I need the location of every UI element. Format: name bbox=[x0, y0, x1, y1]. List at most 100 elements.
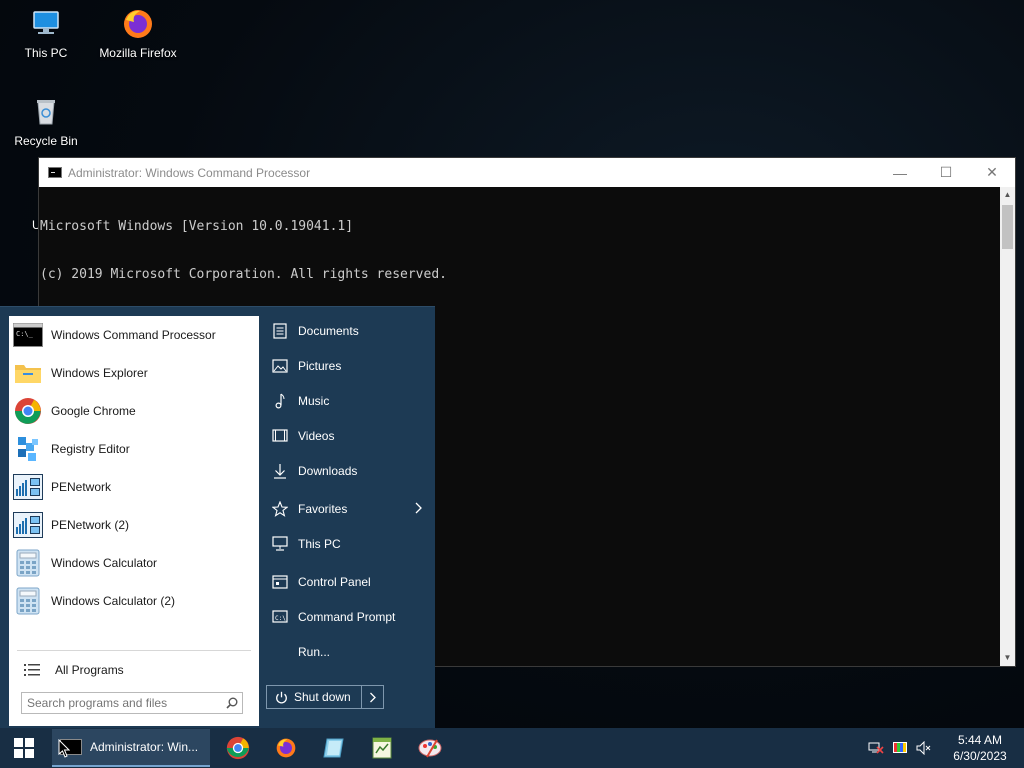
svg-text:C:\_: C:\_ bbox=[16, 330, 34, 338]
program-penetwork[interactable]: PENetwork bbox=[9, 468, 259, 506]
firefox-icon bbox=[120, 6, 156, 42]
monitor-icon bbox=[271, 535, 289, 553]
chrome-icon bbox=[13, 396, 43, 426]
program-penetwork-2[interactable]: PENetwork (2) bbox=[9, 506, 259, 544]
svg-text:C:\: C:\ bbox=[275, 615, 286, 622]
videos-icon bbox=[271, 427, 289, 445]
program-label: Windows Explorer bbox=[51, 366, 148, 380]
search-icon[interactable] bbox=[222, 693, 242, 713]
clock-date: 6/30/2023 bbox=[953, 749, 1007, 763]
taskbar-clock[interactable]: 5:44 AM 6/30/2023 bbox=[936, 732, 1024, 764]
music-icon bbox=[271, 392, 289, 410]
program-calculator-2[interactable]: Windows Calculator (2) bbox=[9, 582, 259, 620]
place-music[interactable]: Music bbox=[262, 383, 432, 418]
program-calculator[interactable]: Windows Calculator bbox=[9, 544, 259, 582]
clock-time: 5:44 AM bbox=[957, 733, 1003, 747]
program-explorer[interactable]: Windows Explorer bbox=[9, 354, 259, 392]
volume-muted-icon[interactable] bbox=[912, 728, 936, 768]
chrome-icon bbox=[226, 736, 250, 760]
start-button[interactable] bbox=[0, 728, 48, 768]
star-icon bbox=[271, 500, 289, 518]
calculator-icon bbox=[13, 586, 43, 616]
place-videos[interactable]: Videos bbox=[262, 418, 432, 453]
network-tray-icon[interactable] bbox=[864, 728, 888, 768]
shutdown-control: Shut down bbox=[266, 685, 384, 709]
taskbar-pin-notepad[interactable] bbox=[358, 728, 406, 768]
program-chrome[interactable]: Google Chrome bbox=[9, 392, 259, 430]
search-input[interactable] bbox=[22, 696, 222, 710]
program-label: Windows Calculator (2) bbox=[51, 594, 176, 608]
console-title: Administrator: Windows Command Processor bbox=[68, 165, 311, 180]
notepad-icon bbox=[372, 737, 392, 759]
desktop-icon-firefox[interactable]: Mozilla Firefox bbox=[96, 6, 180, 60]
place-command-prompt[interactable]: C:\ Command Prompt bbox=[262, 599, 432, 634]
network-icon bbox=[13, 510, 43, 540]
scroll-down-icon[interactable]: ▼ bbox=[1000, 650, 1015, 666]
shutdown-options-button[interactable] bbox=[361, 686, 383, 708]
paint-icon bbox=[418, 739, 442, 758]
place-downloads[interactable]: Downloads bbox=[262, 453, 432, 488]
place-control-panel[interactable]: Control Panel bbox=[262, 564, 432, 599]
documents-icon bbox=[271, 322, 289, 340]
desktop-icon-label: Mozilla Firefox bbox=[99, 46, 177, 60]
place-label: This PC bbox=[298, 536, 341, 551]
console-window-icon bbox=[48, 167, 62, 178]
program-cmd[interactable]: C:\_ Windows Command Processor bbox=[9, 316, 259, 354]
start-menu-places-pane: Documents Pictures Music Videos Download… bbox=[262, 313, 432, 669]
desktop-icon-recycle-bin[interactable]: Recycle Bin bbox=[4, 94, 88, 148]
start-menu: C:\_ Windows Command Processor Windows E… bbox=[0, 306, 435, 728]
chevron-right-icon bbox=[414, 502, 422, 517]
network-icon bbox=[13, 472, 43, 502]
scrollbar-thumb[interactable] bbox=[1002, 205, 1013, 249]
cmd-icon: C:\_ bbox=[13, 320, 43, 350]
control-panel-icon bbox=[271, 573, 289, 591]
start-menu-programs-pane: C:\_ Windows Command Processor Windows E… bbox=[9, 316, 259, 726]
taskbar-task-console[interactable]: Administrator: Win... bbox=[52, 729, 210, 767]
run-icon bbox=[271, 643, 289, 661]
taskbar-pin-chrome[interactable] bbox=[214, 728, 262, 768]
display-tray-icon[interactable] bbox=[888, 728, 912, 768]
place-label: Control Panel bbox=[298, 574, 371, 589]
place-pictures[interactable]: Pictures bbox=[262, 348, 432, 383]
downloads-icon bbox=[271, 462, 289, 480]
taskbar-pin-paint[interactable] bbox=[406, 728, 454, 768]
console-scrollbar[interactable]: ▲ ▼ bbox=[1000, 187, 1015, 666]
command-prompt-icon: C:\ bbox=[271, 608, 289, 626]
shutdown-button[interactable]: Shut down bbox=[267, 686, 361, 708]
taskbar: Administrator: Win... 5:44 AM 6/30/2023 bbox=[0, 728, 1024, 768]
firefox-icon bbox=[276, 738, 296, 758]
console-titlebar[interactable]: Administrator: Windows Command Processor… bbox=[39, 158, 1015, 187]
program-label: PENetwork bbox=[51, 480, 112, 494]
explorer-icon bbox=[323, 738, 344, 758]
place-favorites[interactable]: Favorites bbox=[262, 491, 432, 526]
console-line: (c) 2019 Microsoft Corporation. All righ… bbox=[40, 267, 447, 282]
shutdown-label: Shut down bbox=[294, 690, 351, 704]
program-registry-editor[interactable]: Registry Editor bbox=[9, 430, 259, 468]
taskbar-pin-explorer[interactable] bbox=[310, 728, 358, 768]
place-this-pc[interactable]: This PC bbox=[262, 526, 432, 561]
desktop-icon-this-pc[interactable]: This PC bbox=[4, 6, 88, 60]
all-programs-button[interactable]: All Programs bbox=[13, 651, 253, 689]
minimize-button[interactable]: — bbox=[877, 158, 923, 187]
system-tray: 5:44 AM 6/30/2023 bbox=[864, 728, 1024, 768]
place-label: Videos bbox=[298, 428, 335, 443]
desktop-icon-label: This PC bbox=[24, 46, 68, 60]
chevron-right-icon bbox=[370, 692, 376, 702]
place-documents[interactable]: Documents bbox=[262, 313, 432, 348]
program-label: Windows Command Processor bbox=[51, 328, 216, 342]
place-run[interactable]: Run... bbox=[262, 634, 432, 669]
program-label: Windows Calculator bbox=[51, 556, 158, 570]
close-button[interactable]: ✕ bbox=[969, 158, 1015, 187]
program-label: Google Chrome bbox=[51, 404, 136, 418]
calculator-icon bbox=[13, 548, 43, 578]
place-label: Pictures bbox=[298, 358, 342, 373]
this-pc-icon bbox=[28, 6, 64, 42]
scroll-up-icon[interactable]: ▲ bbox=[1000, 187, 1015, 203]
power-icon bbox=[276, 691, 287, 703]
place-label: Downloads bbox=[298, 463, 358, 478]
taskbar-pin-firefox[interactable] bbox=[262, 728, 310, 768]
place-label: Favorites bbox=[298, 501, 348, 516]
maximize-button[interactable]: ☐ bbox=[923, 158, 969, 187]
pictures-icon bbox=[271, 357, 289, 375]
start-search-box[interactable] bbox=[21, 692, 243, 714]
